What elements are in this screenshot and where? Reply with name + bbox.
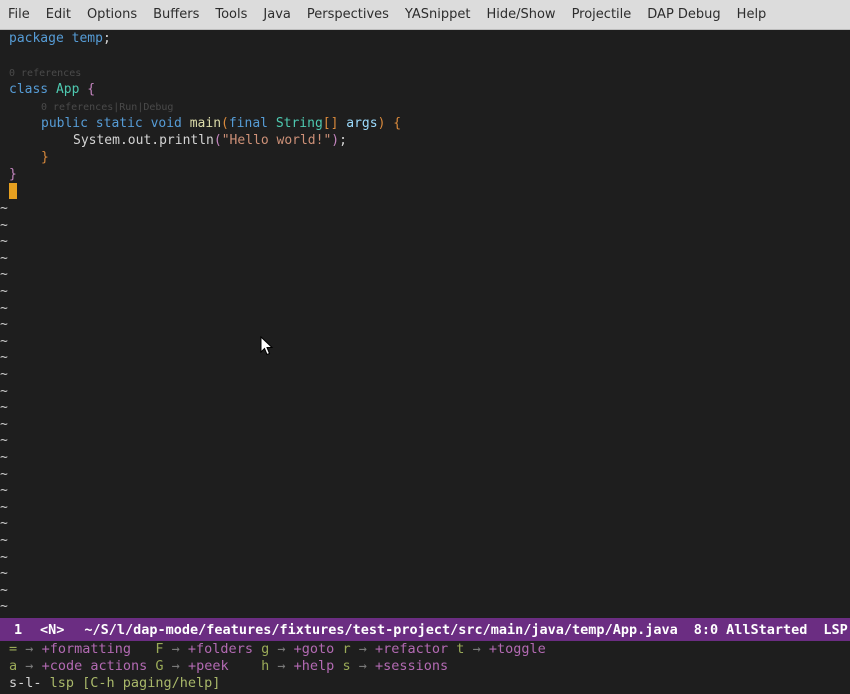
which-key-entry-folders[interactable]: F → +folders xyxy=(155,641,253,657)
menu-options[interactable]: Options xyxy=(79,7,145,22)
empty-line-tilde: ~ xyxy=(0,350,8,366)
empty-line-tilde: ~ xyxy=(0,582,8,598)
which-key-entry-refactor[interactable]: r → +refactor xyxy=(342,641,448,657)
empty-line-tilde: ~ xyxy=(0,333,8,349)
menu-tools[interactable]: Tools xyxy=(207,7,255,22)
which-key-entry-sessions[interactable]: s → +sessions xyxy=(342,658,448,674)
which-key-mode-hint: lsp [C-h paging/help] xyxy=(49,675,221,691)
code-line-main: public static void main(final String[] a… xyxy=(41,116,402,131)
mode-line: 1 <N> ~/S/l/dap-mode/features/fixtures/t… xyxy=(0,618,850,641)
code-line-method-close: } xyxy=(41,150,49,165)
empty-line-tilde: ~ xyxy=(0,300,8,316)
empty-line-tilde: ~ xyxy=(0,234,8,250)
which-key-entry-help[interactable]: h → +help xyxy=(261,658,334,674)
empty-line-tilde: ~ xyxy=(0,450,8,465)
empty-line-tilde: ~ xyxy=(0,400,8,416)
empty-line-tilde: ~ xyxy=(0,566,8,582)
menu-file[interactable]: File xyxy=(0,7,38,22)
empty-line-tilde: ~ xyxy=(0,466,8,482)
editor-buffer[interactable]: package temp; 0 references class App { 0… xyxy=(0,30,850,618)
empty-line-tilde: ~ xyxy=(0,516,8,532)
which-key-entry-peek[interactable]: G → +peek xyxy=(155,658,228,674)
empty-line-tilde: ~ xyxy=(0,267,8,283)
which-key-entry-goto[interactable]: g → +goto xyxy=(261,641,334,657)
cursor-position: 8:0 xyxy=(693,621,719,638)
empty-line-tilde: ~ xyxy=(0,416,8,432)
menu-perspectives[interactable]: Perspectives xyxy=(299,7,397,22)
empty-line-tilde: ~ xyxy=(0,367,8,382)
which-key-status-line: s-l- lsp [C-h paging/help] xyxy=(9,675,220,692)
empty-line-tilde: ~ xyxy=(0,317,8,333)
empty-line-tilde: ~ xyxy=(0,599,8,615)
empty-line-tilde: ~ xyxy=(0,250,8,266)
empty-line-tilde: ~ xyxy=(0,549,8,565)
window-number: 1 xyxy=(14,621,23,638)
code-lens-method-run-debug[interactable]: 0 references|Run|Debug xyxy=(41,99,173,116)
empty-line-tilde: ~ xyxy=(0,433,8,449)
menu-help[interactable]: Help xyxy=(729,7,775,22)
buffer-file-path[interactable]: ~/S/l/dap-mode/features/fixtures/test-pr… xyxy=(84,622,677,638)
which-key-popup: = → +formatting F → +folders g → +goto r… xyxy=(0,641,850,694)
text-cursor xyxy=(9,183,17,199)
empty-line-tilde: ~ xyxy=(0,533,8,548)
menu-edit[interactable]: Edit xyxy=(38,7,79,22)
which-key-entry-formatting[interactable]: = → +formatting xyxy=(9,641,131,657)
code-line-package: package temp; xyxy=(9,31,111,46)
mouse-pointer-icon xyxy=(260,336,274,356)
menu-projectile[interactable]: Projectile xyxy=(564,7,640,22)
code-line-class-close: } xyxy=(9,167,17,182)
which-key-row-1: = → +formatting F → +folders g → +goto r… xyxy=(9,641,546,658)
lsp-indicator[interactable]: LSP xyxy=(823,622,847,638)
empty-line-tilde: ~ xyxy=(0,483,8,499)
server-status: AllStarted xyxy=(726,621,808,638)
code-line-println: System.out.println("Hello world!"); xyxy=(73,133,347,148)
menu-dap-debug[interactable]: DAP Debug xyxy=(639,7,728,22)
code-lens-class-references[interactable]: 0 references xyxy=(9,65,81,82)
empty-line-tilde: ~ xyxy=(0,201,8,216)
empty-line-tilde: ~ xyxy=(0,499,8,515)
key-prefix: s-l- xyxy=(9,675,42,691)
which-key-row-2: a → +code actions G → +peek h → +help s … xyxy=(9,658,448,675)
menu-java[interactable]: Java xyxy=(255,7,298,22)
which-key-entry-code-actions[interactable]: a → +code actions xyxy=(9,658,147,674)
evil-state-indicator: <N> xyxy=(40,621,65,638)
code-line-class: class App { xyxy=(9,82,96,97)
menu-buffers[interactable]: Buffers xyxy=(145,7,207,22)
which-key-entry-toggle[interactable]: t → +toggle xyxy=(456,641,545,657)
menu-yasnippet[interactable]: YASnippet xyxy=(397,7,479,22)
empty-line-tilde: ~ xyxy=(0,217,8,233)
empty-line-tilde: ~ xyxy=(0,383,8,399)
empty-line-tilde: ~ xyxy=(0,284,8,299)
menu-hide-show[interactable]: Hide/Show xyxy=(478,7,563,22)
menu-bar: File Edit Options Buffers Tools Java Per… xyxy=(0,0,850,30)
